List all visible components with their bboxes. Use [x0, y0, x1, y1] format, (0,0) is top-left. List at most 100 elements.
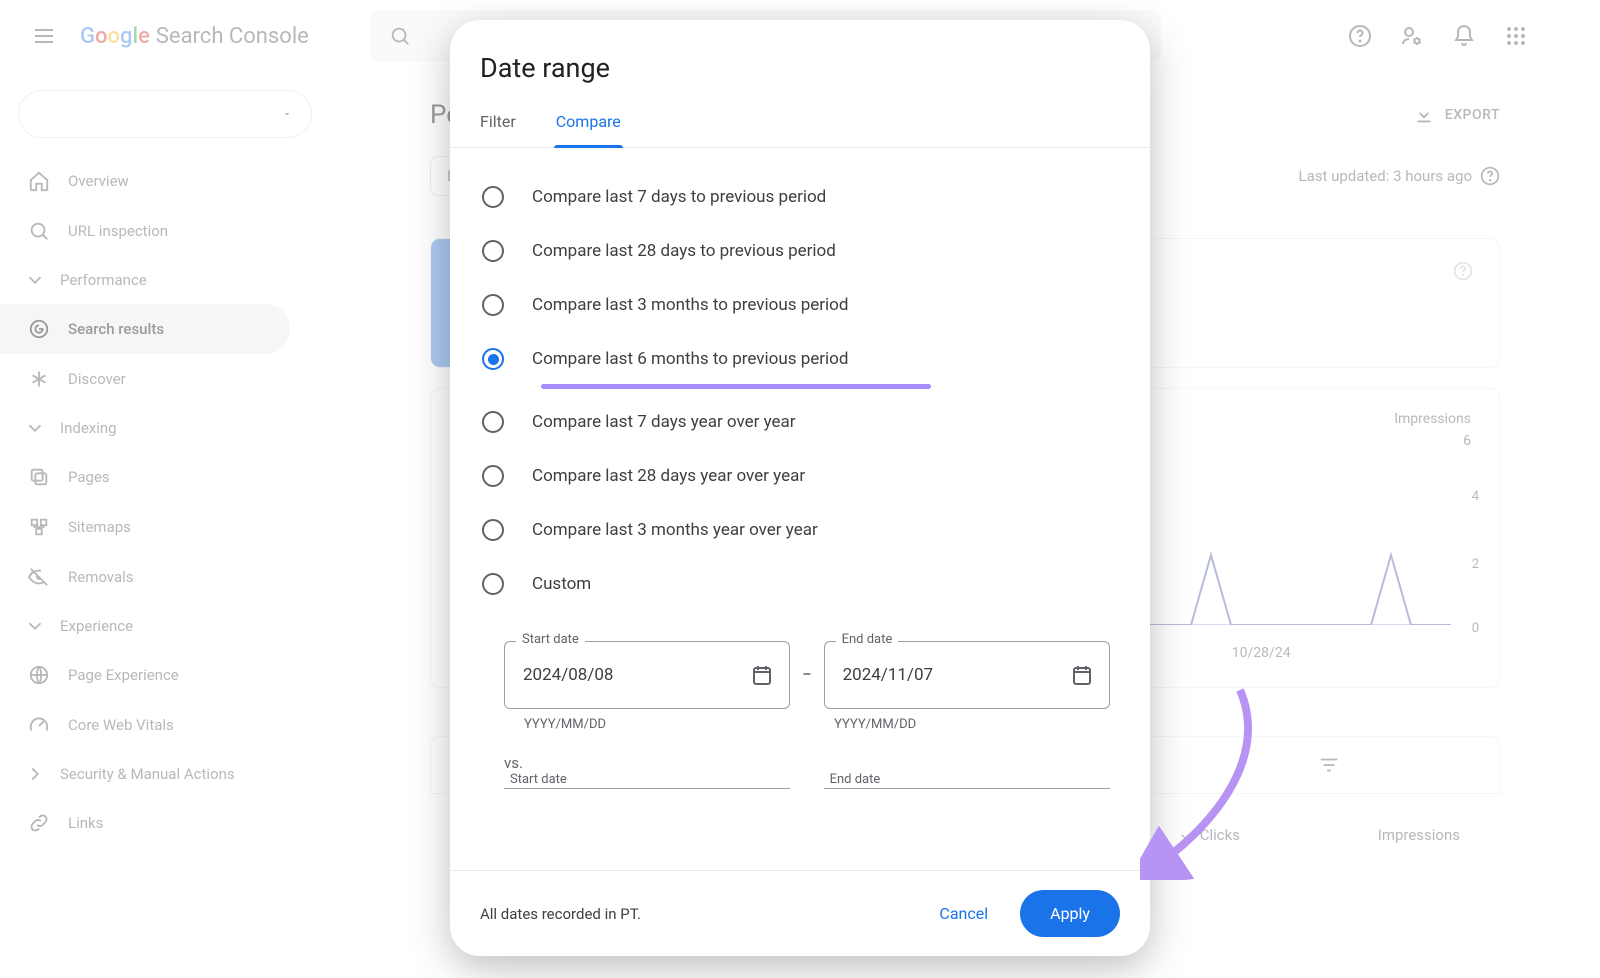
end-date-hint: YYYY/MM/DD — [834, 717, 916, 732]
radio-icon — [482, 294, 504, 316]
radio-icon — [482, 186, 504, 208]
end-date-label: End date — [836, 632, 899, 647]
arrow-down-icon — [1178, 828, 1192, 842]
sidebar-item-label: URL inspection — [68, 222, 168, 240]
sidebar-item-label: Sitemaps — [68, 518, 131, 536]
sidebar-item-removals[interactable]: Removals — [0, 552, 290, 602]
radio-label: Compare last 7 days year over year — [532, 412, 796, 432]
dialog-title: Date range — [450, 20, 1150, 98]
home-icon — [28, 170, 50, 192]
compare-option-1[interactable]: Compare last 28 days to previous period — [460, 224, 1140, 278]
compare-option-6[interactable]: Compare last 3 months year over year — [460, 503, 1140, 557]
help-icon[interactable] — [1480, 166, 1500, 186]
start-date-hint: YYYY/MM/DD — [524, 717, 606, 732]
end-date-input-2[interactable] — [824, 788, 1110, 818]
end-date-label-2: End date — [826, 772, 885, 787]
compare-option-5[interactable]: Compare last 28 days year over year — [460, 449, 1140, 503]
vs-label: vs. — [450, 732, 1150, 772]
calendar-icon[interactable] — [1070, 663, 1094, 687]
app-name: Search Console — [156, 24, 309, 49]
g-icon — [28, 318, 50, 340]
sidebar-section-indexing[interactable]: Indexing — [0, 404, 330, 452]
speed-icon — [28, 714, 50, 736]
radio-label: Compare last 3 months to previous period — [532, 295, 848, 315]
start-date-input[interactable] — [504, 641, 790, 709]
start-date-input-2[interactable] — [504, 788, 790, 818]
radio-icon — [482, 348, 504, 370]
radio-icon — [482, 519, 504, 541]
chevron-down-icon — [24, 615, 46, 637]
apps-grid-icon[interactable] — [1492, 12, 1540, 60]
sidebar-section-security-manual-actions[interactable]: Security & Manual Actions — [0, 750, 330, 798]
radio-icon — [482, 240, 504, 262]
radio-icon — [482, 573, 504, 595]
radio-label: Custom — [532, 574, 591, 594]
globe-icon — [28, 664, 50, 686]
sidebar-section-links[interactable]: Links — [0, 798, 290, 848]
compare-option-7[interactable]: Custom — [460, 557, 1140, 611]
sidebar-item-sitemaps[interactable]: Sitemaps — [0, 502, 290, 552]
radio-label: Compare last 6 months to previous period — [532, 349, 848, 369]
download-icon — [1413, 104, 1435, 126]
radio-icon — [482, 465, 504, 487]
compare-option-4[interactable]: Compare last 7 days year over year — [460, 395, 1140, 449]
sidebar-item-core-web-vitals[interactable]: Core Web Vitals — [0, 700, 290, 750]
copy-icon — [28, 466, 50, 488]
sidebar-item-label: Overview — [68, 172, 129, 190]
apply-button[interactable]: Apply — [1020, 890, 1120, 937]
sidebar-section-performance[interactable]: Performance — [0, 256, 330, 304]
tab-compare[interactable]: Compare — [556, 98, 621, 147]
chevron-down-icon — [24, 417, 46, 439]
chevron-down-icon — [281, 108, 293, 120]
tab-filter[interactable]: Filter — [480, 98, 516, 147]
sidebar-item-discover[interactable]: Discover — [0, 354, 290, 404]
sidebar-item-url-inspection[interactable]: URL inspection — [0, 206, 290, 256]
radio-label: Compare last 28 days to previous period — [532, 241, 836, 261]
compare-option-2[interactable]: Compare last 3 months to previous period — [460, 278, 1140, 332]
eye-off-icon — [28, 566, 50, 588]
cancel-button[interactable]: Cancel — [917, 892, 1010, 935]
people-settings-icon[interactable] — [1388, 12, 1436, 60]
google-logo: Google Search Console — [80, 24, 309, 49]
sidebar-item-search-results[interactable]: Search results — [0, 304, 290, 354]
property-selector[interactable] — [18, 90, 312, 138]
search-icon — [389, 25, 411, 47]
footer-note: All dates recorded in PT. — [480, 905, 641, 923]
start-date-label: Start date — [516, 632, 585, 647]
sidebar-item-label: Pages — [68, 468, 110, 486]
sitemap-icon — [28, 516, 50, 538]
compare-option-0[interactable]: Compare last 7 days to previous period — [460, 170, 1140, 224]
search-icon — [28, 220, 50, 242]
sidebar: Overview URL inspection Performance Search… — [0, 72, 330, 978]
radio-label: Compare last 3 months year over year — [532, 520, 818, 540]
annotation-underline — [541, 384, 931, 389]
sidebar-item-label: Discover — [68, 370, 126, 388]
notifications-icon[interactable] — [1440, 12, 1488, 60]
sidebar-section-experience[interactable]: Experience — [0, 602, 330, 650]
radio-label: Compare last 28 days year over year — [532, 466, 805, 486]
chevron-down-icon — [24, 269, 46, 291]
start-date-label-2: Start date — [506, 772, 571, 787]
sidebar-item-label: Core Web Vitals — [68, 716, 174, 734]
table-col-impressions[interactable]: Impressions — [1280, 826, 1500, 844]
sidebar-item-label: Search results — [68, 320, 164, 338]
sidebar-item-page-experience[interactable]: Page Experience — [0, 650, 290, 700]
compare-option-3[interactable]: Compare last 6 months to previous period — [460, 332, 1140, 386]
link-icon — [28, 812, 50, 834]
asterisk-icon — [28, 368, 50, 390]
menu-icon[interactable] — [20, 12, 68, 60]
radio-label: Compare last 7 days to previous period — [532, 187, 826, 207]
help-icon[interactable] — [1336, 12, 1384, 60]
help-icon[interactable] — [1453, 261, 1473, 281]
sidebar-item-pages[interactable]: Pages — [0, 452, 290, 502]
sidebar-item-label: Removals — [68, 568, 134, 586]
sidebar-item-overview[interactable]: Overview — [0, 156, 290, 206]
export-button[interactable]: EXPORT — [1413, 104, 1500, 126]
sidebar-item-label: Page Experience — [68, 666, 179, 684]
end-date-input[interactable] — [824, 641, 1110, 709]
radio-icon — [482, 411, 504, 433]
calendar-icon[interactable] — [750, 663, 774, 687]
chevron-right-icon — [24, 763, 46, 785]
chart-legend-label: Impressions — [1394, 411, 1471, 427]
filter-icon[interactable] — [1309, 745, 1349, 785]
